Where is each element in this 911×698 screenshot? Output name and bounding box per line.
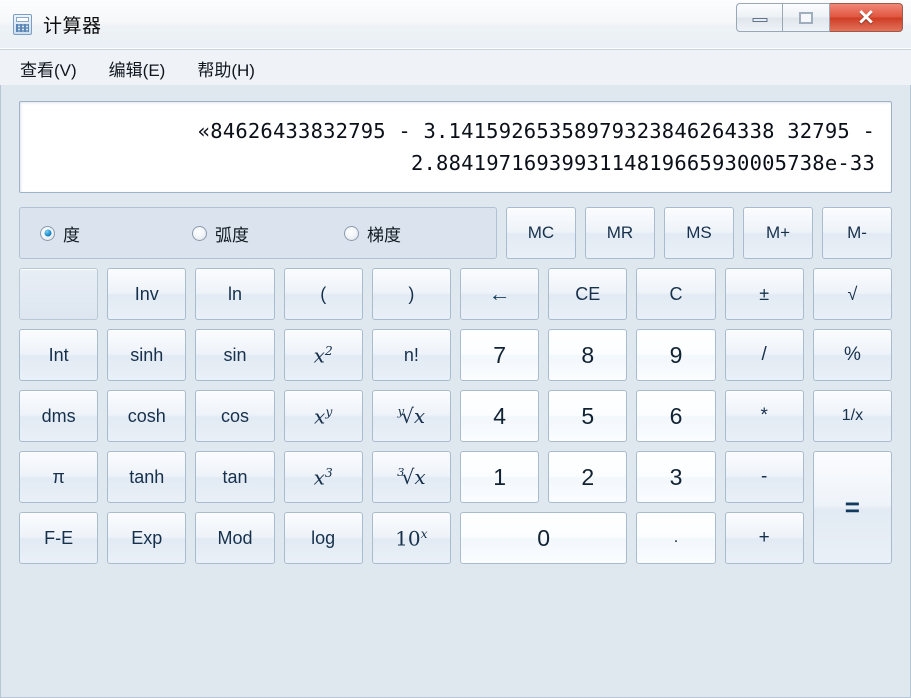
button-memory-subtract[interactable]: M- [822,207,892,259]
keypad-area: 度 弧度 梯度 MC MR MS M+ M- [19,207,892,564]
menu-item-help[interactable]: 帮助(H) [195,54,257,83]
radio-radians-label: 弧度 [215,221,249,246]
button-sqrt[interactable]: √ [813,268,892,320]
menu-bar: 查看(V) 编辑(E) 帮助(H) [0,49,911,87]
radio-radians-indicator [192,226,207,241]
angle-and-memory-row: 度 弧度 梯度 MC MR MS M+ M- [19,207,892,259]
button-backspace[interactable]: ← [460,268,539,320]
button-ten-power-x[interactable]: 10x [372,512,451,564]
button-tanh[interactable]: tanh [107,451,186,503]
button-memory-clear[interactable]: MC [506,207,576,259]
button-6[interactable]: 6 [636,390,715,442]
button-subtract[interactable]: - [725,451,804,503]
button-multiply[interactable]: * [725,390,804,442]
button-9[interactable]: 9 [636,329,715,381]
button-x-power-y[interactable]: xy [284,390,363,442]
button-7[interactable]: 7 [460,329,539,381]
menu-item-edit[interactable]: 编辑(E) [107,54,168,83]
button-dms[interactable]: dms [19,390,98,442]
button-x-squared[interactable]: x2 [284,329,363,381]
button-0[interactable]: 0 [460,512,627,564]
button-tan[interactable]: tan [195,451,274,503]
button-log[interactable]: log [284,512,363,564]
button-pi[interactable]: π [19,451,98,503]
result-display[interactable]: «84626433832795 - 3.14159265358979323846… [19,101,892,193]
title-bar: 计算器 ✕ [0,0,911,49]
button-percent[interactable]: % [813,329,892,381]
button-memory-store[interactable]: MS [664,207,734,259]
button-blank [19,268,98,320]
button-memory-recall[interactable]: MR [585,207,655,259]
button-f-e[interactable]: F-E [19,512,98,564]
radio-gradians-label: 梯度 [367,221,401,246]
calculator-window: 计算器 ✕ 查看(V) 编辑(E) 帮助(H) «84626433832795 … [0,0,911,698]
maximize-button[interactable] [783,3,830,32]
button-open-paren[interactable]: ( [284,268,363,320]
button-cos[interactable]: cos [195,390,274,442]
button-cosh[interactable]: cosh [107,390,186,442]
button-equals[interactable]: = [813,451,892,564]
button-decimal-point[interactable]: . [636,512,715,564]
calculator-icon [12,12,34,36]
display-line-1: «84626433832795 - 3.14159265358979323846… [198,116,875,148]
button-4[interactable]: 4 [460,390,539,442]
button-cube-root-x[interactable]: 3√x [372,451,451,503]
radio-gradians[interactable]: 梯度 [344,221,496,246]
button-y-root-x[interactable]: y√x [372,390,451,442]
radio-degrees-indicator [40,226,55,241]
button-reciprocal[interactable]: 1/x [813,390,892,442]
button-sin[interactable]: sin [195,329,274,381]
button-plus-minus[interactable]: ± [725,268,804,320]
maximize-icon [799,12,813,24]
window-title: 计算器 [43,11,102,38]
button-clear-entry[interactable]: CE [548,268,627,320]
button-int[interactable]: Int [19,329,98,381]
close-button[interactable]: ✕ [830,3,903,32]
button-ln[interactable]: ln [195,268,274,320]
close-icon: ✕ [857,7,875,28]
button-1[interactable]: 1 [460,451,539,503]
minimize-button[interactable] [736,3,783,32]
button-add[interactable]: + [725,512,804,564]
button-3[interactable]: 3 [636,451,715,503]
button-inv[interactable]: Inv [107,268,186,320]
button-5[interactable]: 5 [548,390,627,442]
window-controls: ✕ [736,3,903,32]
radio-degrees[interactable]: 度 [40,221,192,246]
main-keypad: Inv ln ( ) ← CE C ± √ Int sinh sin x2 n!… [19,268,892,564]
minimize-icon [752,18,767,22]
button-sinh[interactable]: sinh [107,329,186,381]
button-mod[interactable]: Mod [195,512,274,564]
button-clear[interactable]: C [636,268,715,320]
display-line-2: 2.8841971693993114819665930005738e-33 [411,148,875,180]
radio-gradians-indicator [344,226,359,241]
button-2[interactable]: 2 [548,451,627,503]
button-8[interactable]: 8 [548,329,627,381]
button-x-cubed[interactable]: x3 [284,451,363,503]
client-area: «84626433832795 - 3.14159265358979323846… [0,85,911,698]
button-memory-add[interactable]: M+ [743,207,813,259]
menu-item-view[interactable]: 查看(V) [18,54,79,83]
button-close-paren[interactable]: ) [372,268,451,320]
button-factorial[interactable]: n! [372,329,451,381]
button-exp[interactable]: Exp [107,512,186,564]
radio-radians[interactable]: 弧度 [192,221,344,246]
radio-degrees-label: 度 [63,221,80,246]
angle-unit-group: 度 弧度 梯度 [19,207,497,259]
button-divide[interactable]: / [725,329,804,381]
